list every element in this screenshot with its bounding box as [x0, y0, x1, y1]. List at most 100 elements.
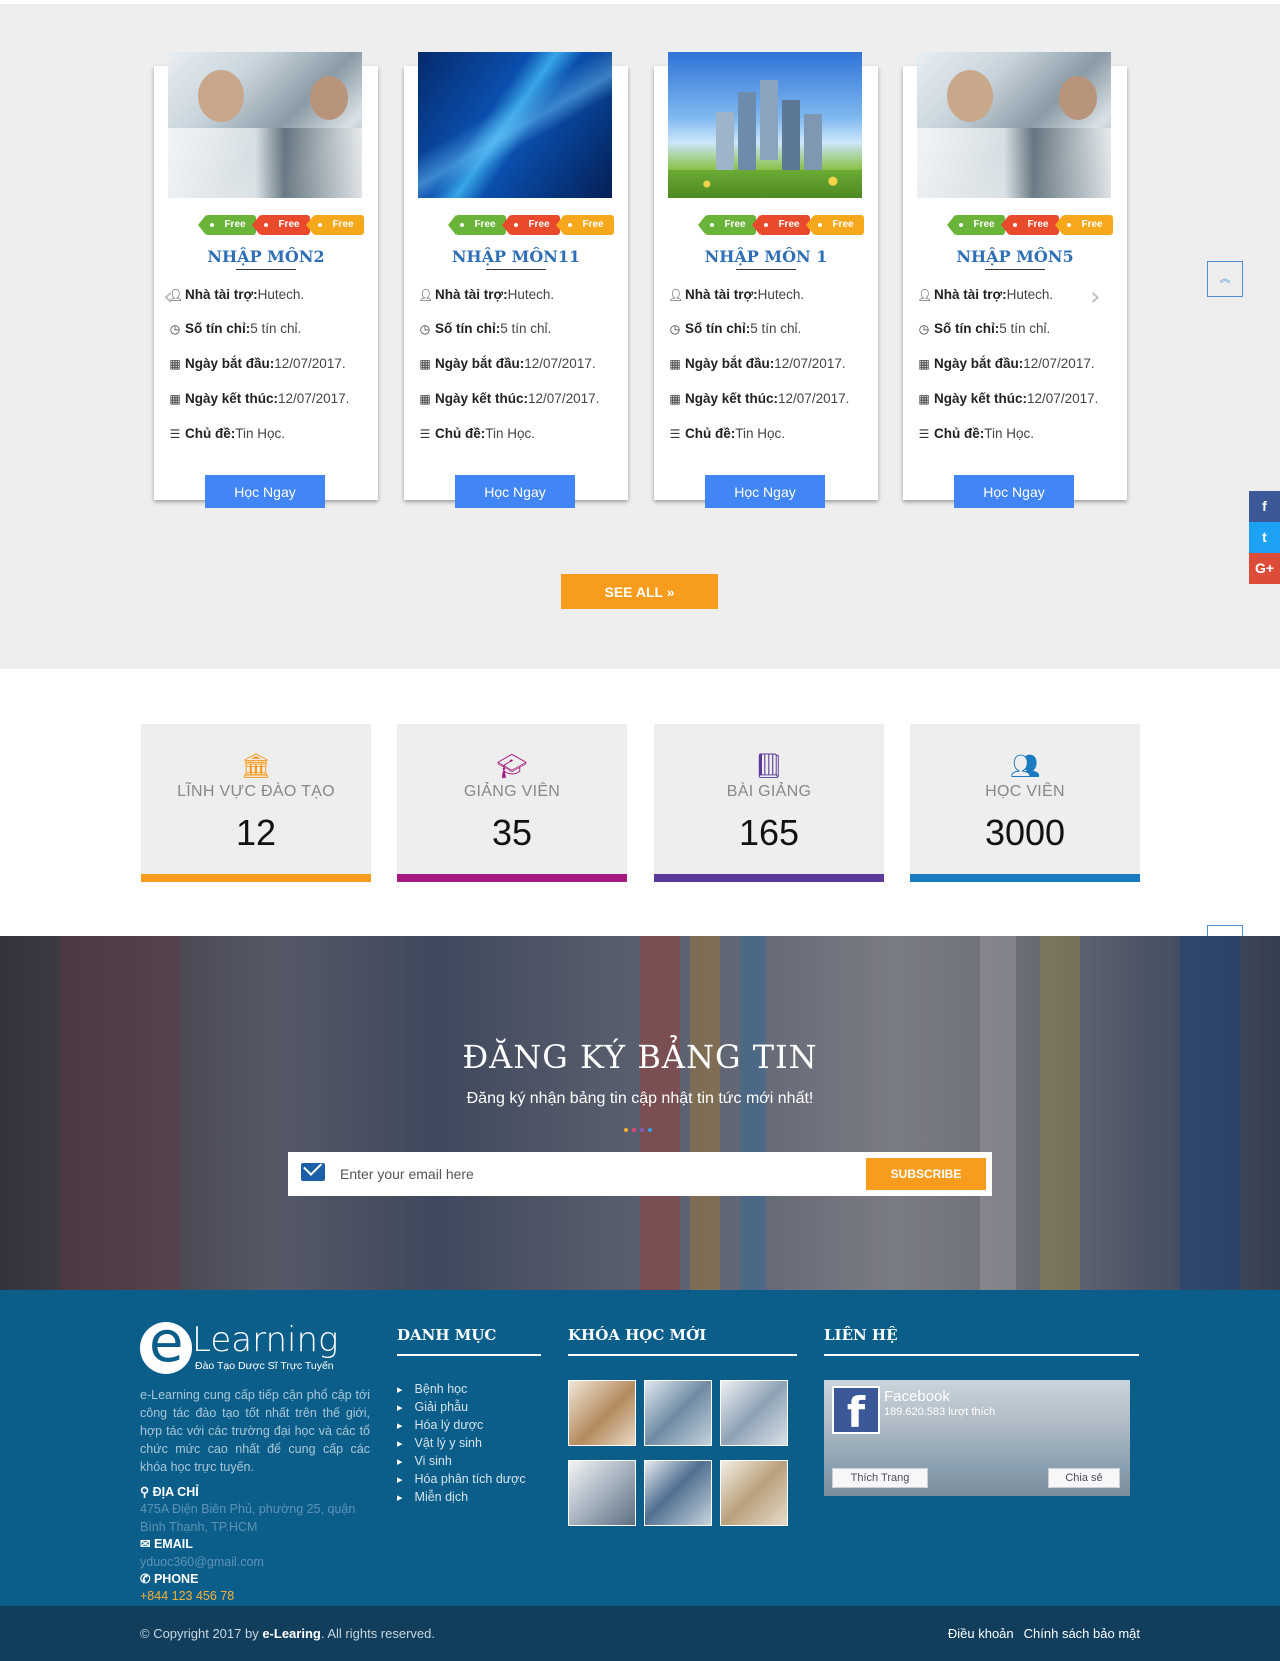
newsletter-form: SUBSCRIBE [288, 1152, 992, 1196]
facebook-icon[interactable]: f [1249, 491, 1280, 522]
course-card: Free Free Free NHẬP MÔN 1 👤︎ Nhà tài trợ:… [654, 52, 878, 508]
topic-row: ☰ Chủ đề: Tin Học. [918, 426, 1035, 441]
course-image[interactable] [917, 52, 1111, 198]
course-thumbnail[interactable] [720, 1380, 788, 1446]
clock-icon: ◷ [169, 321, 181, 336]
see-all-button[interactable]: SEE ALL » [561, 574, 718, 609]
footer: Learning Đào Tạo Dược Sĩ Trực Tuyến e-Le… [0, 1290, 1280, 1606]
price-tags: Free Free Free [448, 215, 614, 235]
subscribe-button[interactable]: SUBSCRIBE [866, 1158, 986, 1190]
calendar-icon: ▦ [169, 356, 181, 371]
facebook-page-name[interactable]: Facebook [884, 1388, 950, 1405]
category-link[interactable]: Hóa lý dược [397, 1416, 526, 1434]
learn-now-button[interactable]: Học Ngay [455, 475, 575, 508]
facebook-share-button[interactable]: Chia sẻ [1048, 1468, 1120, 1488]
categories-heading: DANH MỤC [397, 1326, 497, 1344]
stat-bar [141, 874, 371, 882]
learn-now-button[interactable]: Học Ngay [705, 475, 825, 508]
book-icon: 📕︎ [753, 753, 785, 780]
course-thumbnail[interactable] [644, 1460, 712, 1526]
newsletter-section: ĐĂNG KÝ BẢNG TIN Đăng ký nhận bảng tin c… [0, 936, 1280, 1290]
terms-link[interactable]: Điều khoản [948, 1626, 1014, 1641]
course-title[interactable]: NHẬP MÔN5 [903, 247, 1127, 270]
price-tags: Free Free Free [698, 215, 864, 235]
course-image[interactable] [668, 52, 862, 198]
graduation-cap-icon: 🎓︎ [496, 753, 528, 780]
calendar-icon: ▦ [918, 391, 930, 406]
divider [824, 1354, 1139, 1356]
twitter-icon[interactable]: t [1249, 522, 1280, 553]
newsletter-subtitle: Đăng ký nhận bảng tin cập nhật tin tức m… [466, 1090, 814, 1107]
scroll-top-icon[interactable]: ︽ [1207, 261, 1243, 297]
free-tag: Free [502, 215, 560, 235]
privacy-link[interactable]: Chính sách bảo mật [1024, 1626, 1140, 1641]
facebook-page-widget[interactable]: f Facebook 189.620.583 lượt thích Thích … [824, 1380, 1130, 1496]
category-link[interactable]: Hóa phân tích dược [397, 1470, 526, 1488]
stat-box: 👥︎ HỌC VIÊN 3000 [910, 724, 1140, 882]
course-thumbnail[interactable] [568, 1460, 636, 1526]
calendar-icon: ▦ [918, 356, 930, 371]
stat-value: 12 [235, 812, 277, 853]
email-label: ✉ EMAIL [140, 1537, 193, 1551]
email-value[interactable]: yduoc360@gmail.com [140, 1553, 370, 1571]
phone-label: ✆ PHONE [140, 1572, 199, 1586]
end-date-row: ▦ Ngày kết thúc: 12/07/2017. [918, 391, 1099, 406]
newsletter-title: ĐĂNG KÝ BẢNG TIN [462, 1038, 818, 1076]
course-title[interactable]: NHẬP MÔN2 [154, 247, 378, 270]
contact-heading: LIÊN HỆ [824, 1326, 898, 1344]
carousel-prev-icon[interactable]: ‹ [163, 282, 173, 312]
category-link[interactable]: Giải phẫu [397, 1398, 526, 1416]
free-tag: Free [306, 215, 364, 235]
course-title[interactable]: NHẬP MÔN 1 [654, 247, 878, 270]
start-date-row: ▦ Ngày bắt đầu: 12/07/2017. [169, 356, 346, 371]
free-tag: Free [448, 215, 506, 235]
category-link[interactable]: Miễn dịch [397, 1488, 526, 1506]
clock-icon: ◷ [669, 321, 681, 336]
stat-label: GIẢNG VIÊN [463, 783, 561, 800]
category-link[interactable]: Vi sinh [397, 1452, 526, 1470]
footer-description: e-Learning cung cấp tiếp cận phổ cập tới… [140, 1388, 370, 1474]
course-thumbnail[interactable] [568, 1380, 636, 1446]
calendar-icon: ▦ [419, 356, 431, 371]
address-value: 475A Điện Biên Phủ, phường 25, quận Bình… [140, 1502, 356, 1534]
carousel-next-icon[interactable]: › [1090, 282, 1100, 312]
email-input[interactable] [340, 1160, 840, 1188]
topic-row: ☰ Chủ đề: Tin Học. [669, 426, 786, 441]
category-link[interactable]: Bệnh học [397, 1380, 526, 1398]
new-courses-heading: KHÓA HỌC MỚI [568, 1326, 707, 1344]
calendar-icon: ▦ [669, 356, 681, 371]
map-marker-icon: ⚲ [140, 1485, 153, 1499]
stat-bar [654, 874, 884, 882]
topic-row: ☰ Chủ đề: Tin Học. [419, 426, 536, 441]
category-link[interactable]: Vật lý y sinh [397, 1434, 526, 1452]
learn-now-button[interactable]: Học Ngay [205, 475, 325, 508]
stat-box: 🎓︎ GIẢNG VIÊN 35 [397, 724, 627, 882]
google-plus-icon[interactable]: G+ [1249, 553, 1280, 584]
course-image[interactable] [168, 52, 362, 198]
stat-bar [910, 874, 1140, 882]
logo-mark-icon [140, 1310, 192, 1375]
stat-value: 35 [491, 812, 533, 853]
user-icon: 👤︎ [418, 287, 434, 302]
calendar-icon: ▦ [419, 391, 431, 406]
stat-value: 165 [738, 812, 800, 853]
facebook-like-button[interactable]: Thích Trang [832, 1468, 928, 1488]
decor-dots [624, 1128, 652, 1132]
course-thumbnail[interactable] [720, 1460, 788, 1526]
learn-now-button[interactable]: Học Ngay [954, 475, 1074, 508]
course-image[interactable] [418, 52, 612, 198]
users-icon: 👥︎ [1009, 753, 1041, 780]
site-logo[interactable]: Learning Đào Tạo Dược Sĩ Trực Tuyến [140, 1310, 340, 1376]
sponsor-row: 👤︎ Nhà tài trợ: Hutech. [668, 287, 805, 302]
divider [397, 1354, 541, 1356]
course-thumbnail[interactable] [644, 1380, 712, 1446]
phone-icon: ✆ [140, 1572, 154, 1586]
course-title[interactable]: NHẬP MÔN11 [404, 247, 628, 270]
list-icon: ☰ [918, 426, 930, 441]
free-tag: Free [1001, 215, 1059, 235]
credits-row: ◷ Số tín chỉ: 5 tín chỉ. [169, 321, 302, 336]
institution-icon: 🏛︎ [240, 753, 272, 780]
phone-value[interactable]: +844 123 456 78 [140, 1589, 234, 1603]
course-card: Free Free Free NHẬP MÔN2 👤︎ Nhà tài trợ: … [154, 52, 378, 508]
calendar-icon: ▦ [669, 391, 681, 406]
